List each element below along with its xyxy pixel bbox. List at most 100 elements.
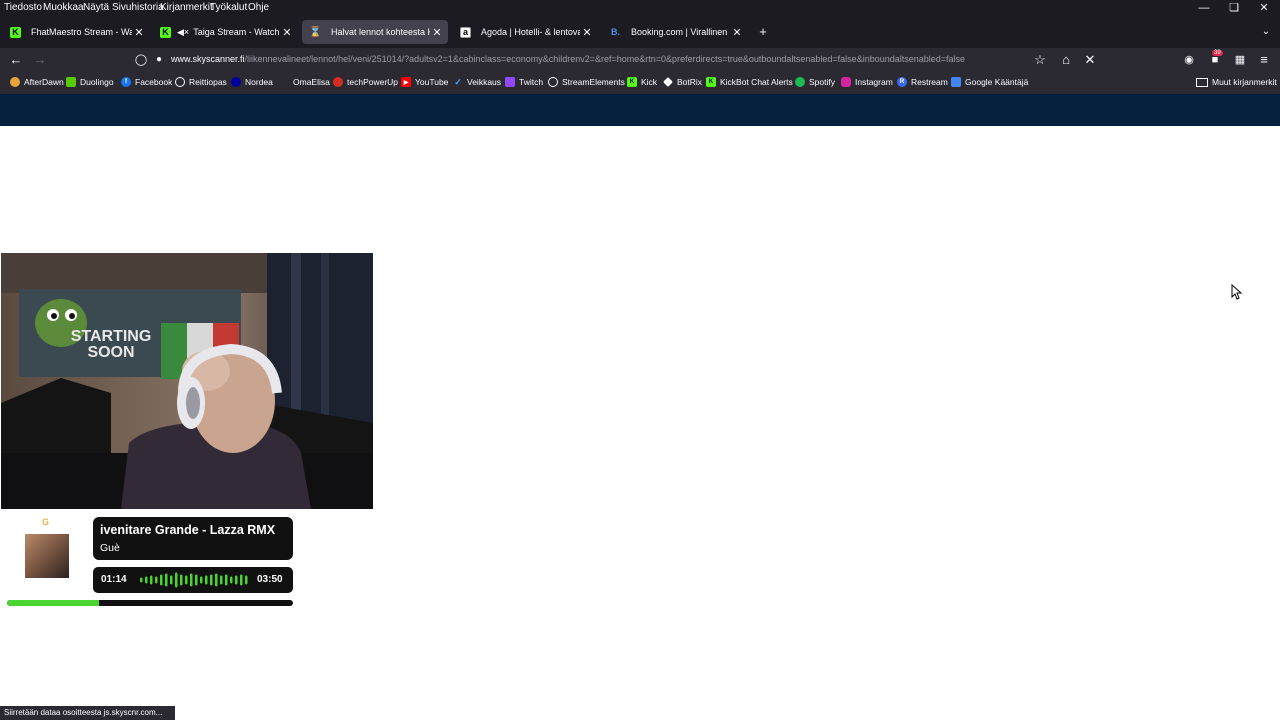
techpowerup-icon xyxy=(333,77,343,87)
bookmark-botrix[interactable]: BotRix xyxy=(663,77,702,87)
menu-bookmarks[interactable]: Kirjanmerkit xyxy=(160,2,213,13)
back-icon[interactable]: ← xyxy=(8,52,24,68)
google-translate-icon xyxy=(951,77,961,87)
bookmark-kick[interactable]: K Kick xyxy=(627,77,657,87)
tab-booking[interactable]: B. Booking.com | Virallinen sivusto ✕ xyxy=(602,20,748,44)
tab-skyscanner[interactable]: ⌛ Halvat lennot kohteesta Helsinki ✕ xyxy=(302,20,448,44)
extensions-puzzle-icon[interactable]: ▦ xyxy=(1232,52,1248,68)
bookmark-label: techPowerUp xyxy=(347,77,399,87)
bookmark-youtube[interactable]: ▶ YouTube xyxy=(401,77,448,87)
bookmark-google-translate[interactable]: Google Kääntäjä xyxy=(951,77,1028,87)
close-window-icon[interactable]: ✕ xyxy=(1249,0,1279,16)
equalizer-bar xyxy=(235,575,238,585)
tab-label: FhatMaestro Stream - Watch xyxy=(31,27,132,37)
webcam-feed: STARTING SOON xyxy=(1,253,373,509)
equalizer-bar xyxy=(240,574,243,586)
track-info-panel: ivenitare Grande - Lazza RMX Guè xyxy=(93,517,293,560)
menu-bar: Tiedosto Muokkaa Näytä Sivuhistoria Kirj… xyxy=(0,0,1280,16)
bookmark-twitch[interactable]: Twitch xyxy=(505,77,543,87)
url-host: www.skyscanner.fi xyxy=(171,54,245,64)
globe-icon xyxy=(175,77,185,87)
close-icon[interactable]: ✕ xyxy=(280,26,294,39)
tab-taiga[interactable]: K ◀× Taiga Stream - Watch Live o ✕ xyxy=(152,20,298,44)
bookmark-reittiopas[interactable]: Reittiopas xyxy=(175,77,227,87)
close-icon[interactable]: ✕ xyxy=(580,26,594,39)
stop-loading-icon[interactable]: ✕ xyxy=(1082,52,1098,68)
equalizer-bar xyxy=(215,573,218,587)
webcam-overlay: STARTING SOON xyxy=(1,253,373,509)
speaker-muted-icon[interactable]: ◀× xyxy=(177,27,189,38)
close-icon[interactable]: ✕ xyxy=(430,26,444,39)
hamburger-menu-icon[interactable]: ≡ xyxy=(1256,52,1272,68)
bookmark-nordea[interactable]: Nordea xyxy=(231,77,273,87)
menu-history[interactable]: Sivuhistoria xyxy=(112,2,164,13)
bookmark-label: AfterDawn xyxy=(24,77,64,87)
menu-file[interactable]: Tiedosto xyxy=(4,2,42,13)
tab-fhatmaestro[interactable]: K FhatMaestro Stream - Watch ✕ xyxy=(2,20,150,44)
extension-badge: 39 xyxy=(1212,50,1223,56)
restore-icon[interactable]: ❏ xyxy=(1219,0,1249,16)
twitch-icon xyxy=(505,77,515,87)
forward-icon[interactable]: → xyxy=(32,52,48,68)
url-path: /liikennevalineet/lennot/hel/veni/251014… xyxy=(244,54,966,64)
other-bookmarks[interactable]: Muut kirjanmerkit xyxy=(1196,77,1277,87)
close-icon[interactable]: ✕ xyxy=(730,26,744,39)
lock-icon[interactable]: ● xyxy=(151,52,167,68)
bookmark-spotify[interactable]: Spotify xyxy=(795,77,835,87)
star-bookmark-icon[interactable]: ☆ xyxy=(1032,52,1048,68)
equalizer-bar xyxy=(245,575,248,585)
equalizer-bar xyxy=(155,576,158,584)
kick-icon: K xyxy=(627,77,637,87)
elapsed-time: 01:14 xyxy=(101,574,127,585)
bookmark-veikkaus[interactable]: ✓ Veikkaus xyxy=(453,77,501,88)
minimize-icon[interactable]: — xyxy=(1189,0,1219,16)
menu-tools[interactable]: Työkalut xyxy=(210,2,247,13)
equalizer-bar xyxy=(185,575,188,585)
agoda-icon: a xyxy=(460,26,471,38)
booking-icon: B. xyxy=(611,27,620,37)
tab-agoda[interactable]: a Agoda | Hotelli- & lentovarauks ✕ xyxy=(452,20,598,44)
youtube-icon: ▶ xyxy=(401,77,411,87)
track-progress-bar xyxy=(7,600,293,606)
track-time-panel: 01:14 03:50 xyxy=(93,567,293,593)
folder-icon xyxy=(1196,77,1208,87)
tab-list-chevron-icon[interactable]: ⌄ xyxy=(1258,24,1274,40)
menu-view[interactable]: Näytä xyxy=(83,2,109,13)
bookmark-kickbot[interactable]: K KickBot Chat Alerts xyxy=(706,77,793,87)
mouse-cursor-icon xyxy=(1231,284,1243,300)
bookmark-facebook[interactable]: f Facebook xyxy=(121,77,172,87)
botrix-icon xyxy=(663,77,673,87)
kick-icon: K xyxy=(706,77,716,87)
bookmark-duolingo[interactable]: Duolingo xyxy=(66,77,114,87)
bookmark-label: Spotify xyxy=(809,77,835,87)
menu-edit[interactable]: Muokkaa xyxy=(43,2,84,13)
elisa-icon xyxy=(279,77,289,87)
bookmark-afterdawn[interactable]: AfterDawn xyxy=(10,77,64,87)
bookmark-label: OmaElisa xyxy=(293,77,330,87)
home-icon[interactable]: ⌂ xyxy=(1058,52,1074,68)
bookmark-omaelisa[interactable]: OmaElisa xyxy=(279,77,330,87)
bookmark-label: Restream xyxy=(911,77,948,87)
bookmark-label: Kick xyxy=(641,77,658,87)
bookmark-instagram[interactable]: Instagram xyxy=(841,77,893,87)
bookmark-restream[interactable]: R Restream xyxy=(897,77,948,87)
kick-icon: K xyxy=(160,26,171,38)
bookmark-label: Nordea xyxy=(245,77,273,87)
bookmark-label: KickBot Chat Alerts xyxy=(720,77,793,87)
total-duration: 03:50 xyxy=(257,574,283,585)
bookmark-label: StreamElements xyxy=(562,77,625,87)
shield-icon[interactable]: ◯ xyxy=(133,52,149,68)
new-tab-icon[interactable]: + xyxy=(755,24,771,40)
streamelements-icon xyxy=(548,77,558,87)
account-icon[interactable]: ◉ xyxy=(1181,52,1197,68)
bookmark-label: YouTube xyxy=(415,77,449,87)
close-icon[interactable]: ✕ xyxy=(132,26,146,39)
url-field[interactable]: www.skyscanner.fi/liikennevalineet/lenno… xyxy=(171,54,1031,64)
menu-help[interactable]: Ohje xyxy=(248,2,269,13)
site-header xyxy=(0,94,1280,126)
tab-label: Taiga Stream - Watch Live o xyxy=(193,27,280,37)
bookmark-techpowerup[interactable]: techPowerUp xyxy=(333,77,398,87)
equalizer-bar xyxy=(205,575,208,585)
equalizer-bar xyxy=(165,573,168,587)
bookmark-streamelements[interactable]: StreamElements xyxy=(548,77,625,87)
